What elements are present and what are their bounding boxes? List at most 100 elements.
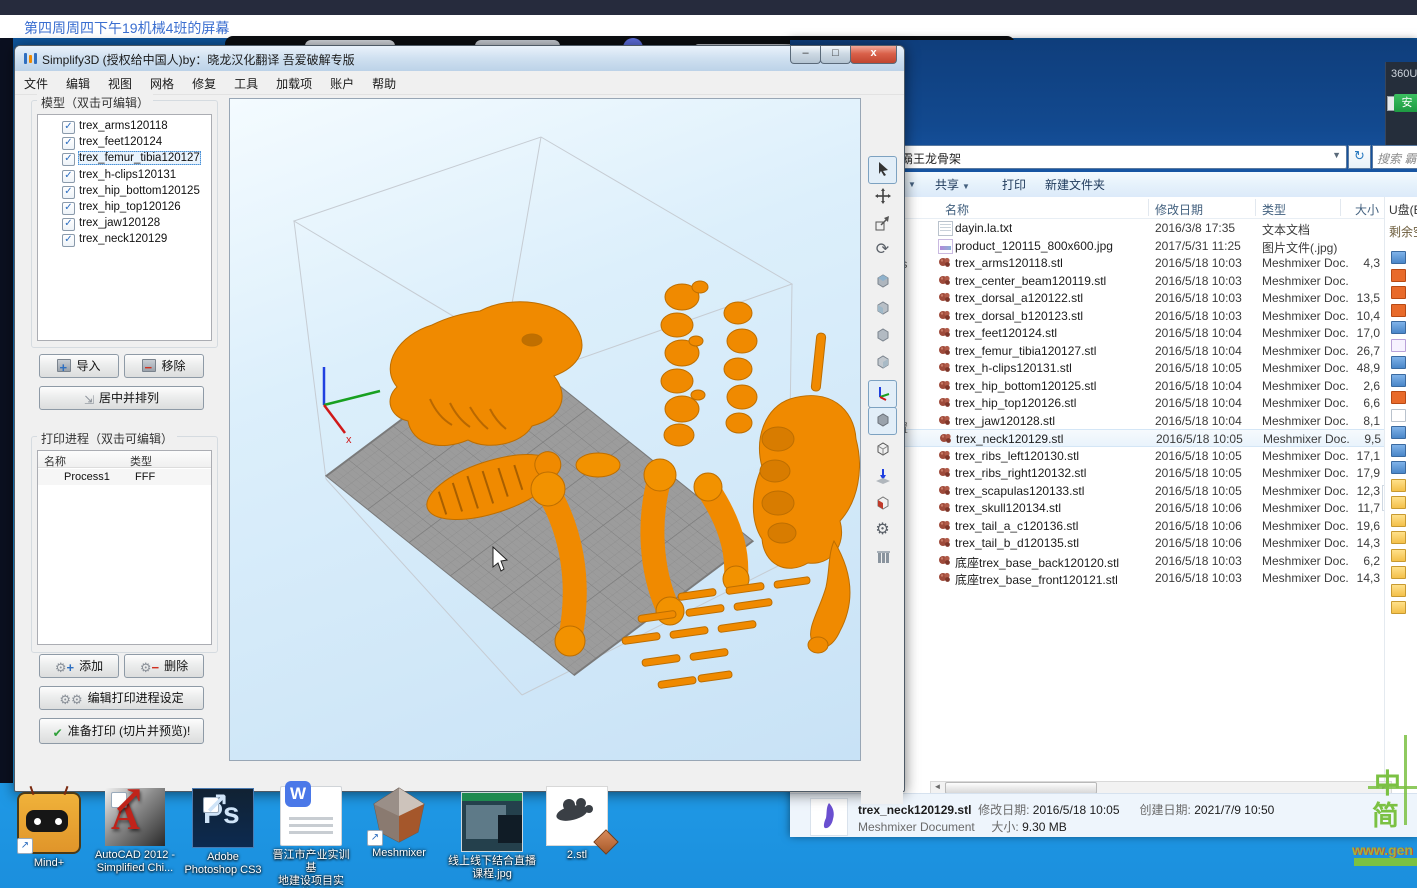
model-checkbox[interactable]: ✓	[62, 186, 75, 199]
model-list-item[interactable]: ✓ trex_hip_top120126	[38, 200, 211, 216]
scale-tool-icon[interactable]	[868, 210, 897, 238]
center-arrange-button[interactable]: ⇲居中并排列	[39, 386, 204, 410]
usb-pane-item[interactable]	[1385, 424, 1417, 442]
usb-pane-item[interactable]	[1385, 372, 1417, 390]
usb-pane-item[interactable]	[1385, 407, 1417, 425]
model-list-item[interactable]: ✓ trex_neck120129	[38, 232, 211, 248]
add-process-button[interactable]: ⚙添加	[39, 654, 119, 678]
coordinate-axes-icon[interactable]	[868, 380, 897, 408]
viewport-3d[interactable]: x	[229, 98, 861, 761]
remove-button[interactable]: 移除	[124, 354, 204, 378]
solid-view-icon[interactable]	[868, 407, 897, 435]
usb-pane-item[interactable]	[1385, 529, 1417, 547]
usb-pane-item[interactable]	[1385, 337, 1417, 355]
desktop-icon-autocad[interactable]: A↗ AutoCAD 2012 - Simplified Chi...	[92, 788, 178, 875]
model-checkbox[interactable]: ✓	[62, 170, 75, 183]
model-checkbox[interactable]: ✓	[62, 218, 75, 231]
model-list-item[interactable]: ✓ trex_arms120118	[38, 119, 211, 135]
model-list-item[interactable]: ✓ trex_femur_tibia120127	[38, 151, 211, 167]
close-button[interactable]: x	[850, 46, 897, 64]
menu-item[interactable]: 修复	[183, 71, 225, 92]
safe-eject-button[interactable]: 安	[1394, 94, 1417, 112]
settings-gear-icon[interactable]: ⚙	[868, 517, 897, 545]
usb-pane-item[interactable]	[1385, 547, 1417, 565]
usb-pane-item[interactable]	[1385, 389, 1417, 407]
delete-process-button[interactable]: ⚙删除	[124, 654, 204, 678]
desktop-icon-photoshop[interactable]: Ps↗ Adobe Photoshop CS3	[180, 788, 266, 877]
support-pillars-icon[interactable]	[868, 544, 897, 572]
process-col-type[interactable]: 类型	[124, 451, 211, 468]
usb-pane-item[interactable]	[1385, 354, 1417, 372]
model-list-item[interactable]: ✓ trex_hip_bottom120125	[38, 184, 211, 200]
usb-pane-item[interactable]	[1385, 302, 1417, 320]
usb-pane-item[interactable]	[1385, 442, 1417, 460]
simplify3d-titlebar[interactable]: Simplify3D (授权给中国人)by：晓龙汉化翻译 吾爱破解专版 – □ …	[15, 46, 904, 72]
column-name[interactable]: 名称	[945, 201, 969, 218]
model-checkbox[interactable]: ✓	[62, 137, 75, 150]
process-col-name[interactable]: 名称	[38, 451, 124, 468]
model-checkbox[interactable]: ✓	[62, 153, 75, 166]
model-checkbox[interactable]: ✓	[62, 202, 75, 215]
share-button[interactable]: 共享▼	[935, 176, 970, 193]
menu-item[interactable]: 加载项	[267, 71, 321, 92]
model-list-item[interactable]: ✓ trex_h-clips120131	[38, 168, 211, 184]
import-button[interactable]: 导入	[39, 354, 119, 378]
models-listbox[interactable]: ✓ trex_arms120118 ✓ trex_feet120124 ✓ tr…	[37, 114, 212, 341]
maximize-button[interactable]: □	[820, 46, 851, 64]
desktop-icon-jpg[interactable]: 线上线下结合直播 课程.jpg	[446, 792, 538, 881]
move-tool-icon[interactable]	[868, 183, 897, 211]
column-date[interactable]: 修改日期	[1155, 201, 1203, 218]
usb-pane-item[interactable]	[1385, 512, 1417, 530]
menu-item[interactable]: 帮助	[363, 71, 405, 92]
column-size[interactable]: 大小	[1355, 201, 1379, 218]
prepare-print-button[interactable]: ✔准备打印 (切片并预览)!	[39, 718, 204, 744]
select-tool-icon[interactable]	[868, 156, 897, 184]
usb-pane-item[interactable]	[1385, 564, 1417, 582]
desktop-icon-mindplus[interactable]: ↗ Mind+	[6, 788, 92, 870]
address-dropdown-icon[interactable]: ▼	[1332, 150, 1341, 160]
screen-share-title[interactable]: 第四周周四下午19机械4班的屏幕	[24, 18, 229, 38]
usb-pane-item[interactable]	[1385, 249, 1417, 267]
usb-pane-item[interactable]	[1385, 494, 1417, 512]
menu-item[interactable]: 编辑	[57, 71, 99, 92]
wireframe-view-icon[interactable]	[868, 436, 897, 464]
model-checkbox[interactable]: ✓	[62, 234, 75, 247]
usb-pane-item[interactable]	[1385, 477, 1417, 495]
model-checkbox[interactable]: ✓	[62, 121, 75, 134]
usb-pane-item[interactable]	[1385, 599, 1417, 617]
usb-pane-item[interactable]	[1385, 582, 1417, 600]
view-cube-iso-icon[interactable]	[868, 322, 897, 350]
process-table[interactable]: 名称 类型 Process1 FFF	[37, 450, 212, 645]
view-cube-top-icon[interactable]	[868, 349, 897, 377]
column-type[interactable]: 类型	[1262, 201, 1286, 218]
scroll-left-icon[interactable]: ◄	[931, 782, 944, 792]
address-bar[interactable]: 霸王龙骨架 ▼	[830, 145, 1347, 169]
menu-item[interactable]: 账户	[321, 71, 363, 92]
desktop-icon-wps-doc[interactable]: W 晋江市产业实训基 地建设项目实施...	[268, 786, 354, 888]
model-list-item[interactable]: ✓ trex_feet120124	[38, 135, 211, 151]
desktop-icon-2stl[interactable]: 2.stl	[534, 786, 620, 862]
menu-item[interactable]: 文件	[15, 71, 57, 92]
print-button[interactable]: 打印	[1002, 176, 1026, 193]
menu-item[interactable]: 视图	[99, 71, 141, 92]
cross-section-icon[interactable]	[868, 490, 897, 518]
menu-item[interactable]: 工具	[225, 71, 267, 92]
new-folder-button[interactable]: 新建文件夹	[1045, 176, 1105, 193]
minimize-button[interactable]: –	[790, 46, 821, 64]
usb-pane-item[interactable]	[1385, 267, 1417, 285]
view-cube-side-icon[interactable]	[868, 295, 897, 323]
search-input[interactable]: 搜索 霸王龙骨架	[1372, 145, 1417, 169]
toolbar-fragment-caret[interactable]: ▼	[905, 176, 916, 190]
usb-pane-item[interactable]	[1385, 284, 1417, 302]
desktop-icon-meshmixer[interactable]: ↗ Meshmixer	[356, 786, 442, 860]
model-list-item[interactable]: ✓ trex_jaw120128	[38, 216, 211, 232]
shortcut-arrow-icon: ↗	[367, 830, 383, 846]
usb-pane-item[interactable]	[1385, 459, 1417, 477]
refresh-icon[interactable]: ↻	[1348, 145, 1371, 169]
menu-item[interactable]: 网格	[141, 71, 183, 92]
view-cube-front-icon[interactable]	[868, 268, 897, 296]
place-on-bed-icon[interactable]	[868, 463, 897, 491]
edit-process-button[interactable]: ⚙⚙编辑打印进程设定	[39, 686, 204, 710]
usb-pane-item[interactable]	[1385, 319, 1417, 337]
rotate-tool-icon[interactable]: ⟳	[868, 237, 897, 265]
